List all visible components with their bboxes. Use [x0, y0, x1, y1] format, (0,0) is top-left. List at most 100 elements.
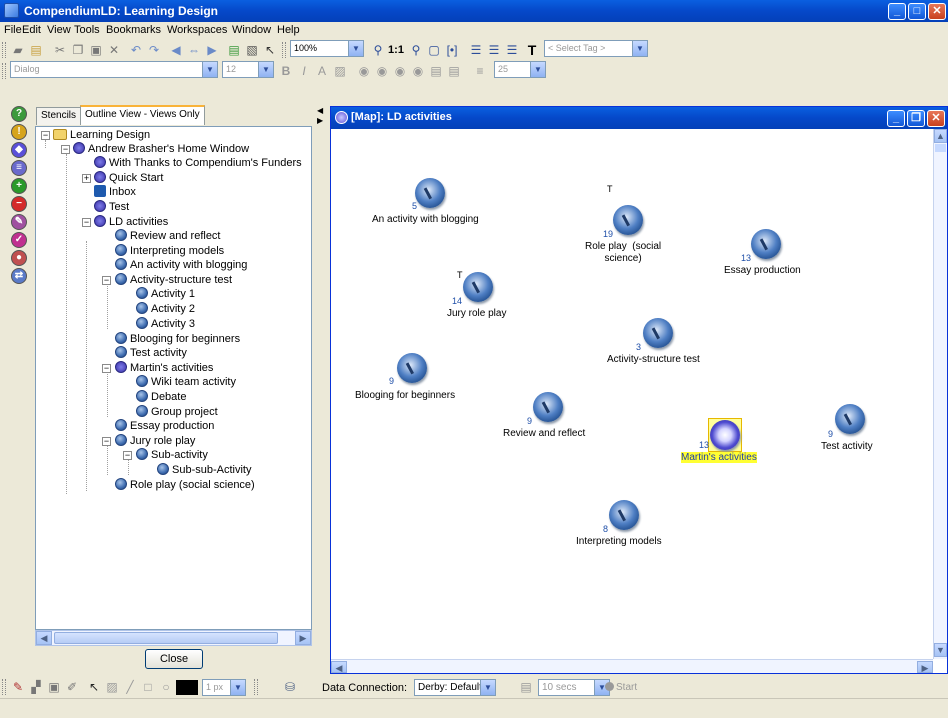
tree-node[interactable]: Wiki team activity [136, 375, 236, 389]
align-2-icon[interactable]: ▤ [446, 63, 462, 79]
back-icon[interactable]: ◀ [168, 42, 184, 58]
tree-node[interactable]: Andrew Brasher's Home Window [73, 142, 249, 156]
list-node-icon[interactable]: ≡ [11, 160, 27, 176]
issue-node-icon[interactable] [613, 205, 643, 235]
window-title-bar[interactable]: CompendiumLD: Learning Design _ □ ✕ [0, 0, 948, 22]
tree-node[interactable]: Essay production [115, 419, 214, 433]
node-style-3-icon[interactable]: ◉ [392, 63, 408, 79]
node-label[interactable]: An activity with blogging [372, 214, 479, 225]
cut-icon[interactable]: ✂ [52, 42, 68, 58]
node-style-2-icon[interactable]: ◉ [374, 63, 390, 79]
menu-edit[interactable]: Edit [22, 24, 41, 36]
chevron-down-icon[interactable]: ▼ [258, 62, 273, 77]
delete-icon[interactable]: ✕ [106, 42, 122, 58]
paste-icon[interactable]: ▣ [88, 42, 104, 58]
forward-icon[interactable]: ▶ [204, 42, 220, 58]
chevron-down-icon[interactable]: ▼ [480, 680, 495, 695]
scroll-left-icon[interactable]: ◀ [36, 631, 52, 645]
oval-icon[interactable]: ○ [158, 679, 174, 695]
node-label[interactable]: Essay production [724, 265, 801, 276]
zoom-in-icon[interactable]: ⚲ [370, 42, 386, 58]
node-label[interactable]: Jury role play [447, 308, 506, 319]
toolbar-grip[interactable] [2, 42, 6, 58]
tree-node[interactable]: Blooging for beginners [115, 332, 240, 346]
idea-node-icon[interactable]: ! [11, 124, 27, 140]
toolbar-grip[interactable] [2, 679, 6, 695]
tree-node[interactable]: Test activity [115, 346, 187, 360]
tree-node[interactable]: LD activities [94, 215, 168, 229]
zoom-fit-icon[interactable]: ▢ [426, 42, 442, 58]
close-window-button[interactable]: ✕ [928, 3, 946, 20]
tree-node[interactable]: Group project [136, 405, 218, 419]
fill-icon[interactable]: ▣ [46, 679, 62, 695]
tree-node[interactable]: Activity 3 [136, 317, 195, 331]
chevron-down-icon[interactable]: ▼ [230, 680, 245, 695]
pencil-icon[interactable]: ✐ [64, 679, 80, 695]
tree-node[interactable]: Activity-structure test [115, 273, 232, 287]
italic-icon[interactable]: I [296, 63, 312, 79]
pointer-icon[interactable]: ↖ [86, 679, 102, 695]
map-vertical-scrollbar[interactable]: ▲ ▼ [933, 129, 947, 659]
map-minimize-button[interactable]: _ [887, 110, 905, 127]
wrap-width-select[interactable]: 25 ▼ [494, 61, 546, 78]
print-icon[interactable]: ▤ [226, 42, 242, 58]
tree-node[interactable]: Quick Start [94, 171, 163, 185]
tree-node[interactable]: Interpreting models [115, 244, 224, 258]
scroll-down-icon[interactable]: ▼ [934, 643, 947, 657]
layer-icon[interactable]: ▞ [28, 679, 44, 695]
map-restore-button[interactable]: ❐ [907, 110, 925, 127]
pen-icon[interactable]: ▨ [104, 679, 120, 695]
con-node-icon[interactable]: − [11, 196, 27, 212]
issue-node-icon[interactable] [463, 272, 493, 302]
scribble-icon[interactable]: ✎ [10, 679, 26, 695]
refresh-icon[interactable]: ▤ [518, 679, 534, 695]
close-button[interactable]: Close [145, 649, 203, 669]
decision-node-icon[interactable]: ✓ [11, 232, 27, 248]
tree-node[interactable]: Debate [136, 390, 186, 404]
text-color-icon[interactable]: A [314, 63, 330, 79]
zoom-focus-icon[interactable]: [•] [444, 42, 460, 58]
tree-node[interactable]: With Thanks to Compendium's Funders [94, 156, 302, 170]
bold-icon[interactable]: B [278, 63, 294, 79]
map-close-button[interactable]: ✕ [927, 110, 945, 127]
tree-node[interactable]: Learning Design [53, 128, 150, 142]
scroll-right-icon[interactable]: ▶ [295, 631, 311, 645]
expand-toggle[interactable]: + [82, 174, 91, 183]
node-label-selected[interactable]: Martin's activities [681, 452, 757, 463]
collapse-toggle[interactable]: − [41, 131, 50, 140]
node-label[interactable]: Blooging for beginners [355, 390, 455, 401]
toolbar-grip[interactable] [254, 679, 258, 695]
menu-file[interactable]: File [4, 24, 22, 36]
copy-icon[interactable]: ❐ [70, 42, 86, 58]
reference-node-icon[interactable]: ✎ [11, 214, 27, 230]
toolbar-grip-2[interactable] [282, 42, 286, 58]
menu-bookmarks[interactable]: Bookmarks [106, 24, 161, 36]
map-canvas[interactable]: 5 An activity with blogging T 19 Role pl… [331, 129, 933, 659]
undo-icon[interactable]: ↶ [128, 42, 144, 58]
tag-remove-icon[interactable]: ☰ [504, 42, 520, 58]
help-cursor-icon[interactable]: ↖ [262, 42, 278, 58]
tab-outline-view[interactable]: Outline View - Views Only [80, 105, 205, 125]
background-color-icon[interactable]: ▨ [332, 63, 348, 79]
zoom-actual-size-button[interactable]: 1:1 [385, 42, 407, 58]
pro-node-icon[interactable]: + [11, 178, 27, 194]
align-1-icon[interactable]: ▤ [428, 63, 444, 79]
interval-select[interactable]: 10 secs ▼ [538, 679, 610, 696]
chevron-down-icon[interactable]: ▼ [202, 62, 217, 77]
tree-horizontal-scrollbar[interactable]: ◀ ▶ [35, 630, 312, 646]
zoom-out-icon[interactable]: ⚲ [408, 42, 424, 58]
outline-tree[interactable]: − Learning Design − Andrew Brasher's Hom… [35, 126, 312, 630]
maximize-button[interactable]: □ [908, 3, 926, 20]
tree-node[interactable]: Inbox [94, 185, 136, 199]
scroll-up-icon[interactable]: ▲ [934, 129, 947, 143]
color-swatch[interactable] [176, 680, 198, 695]
node-label[interactable]: Activity-structure test [607, 354, 700, 365]
issue-node-icon[interactable] [751, 229, 781, 259]
tree-node[interactable]: Sub-sub-Activity [157, 463, 251, 477]
tree-node[interactable]: Martin's activities [115, 361, 213, 375]
text-tool-icon[interactable]: T [524, 42, 540, 58]
issue-node-icon[interactable] [643, 318, 673, 348]
chevron-down-icon[interactable]: ▼ [632, 41, 647, 56]
scroll-thumb[interactable] [935, 144, 946, 152]
redo-icon[interactable]: ↷ [146, 42, 162, 58]
